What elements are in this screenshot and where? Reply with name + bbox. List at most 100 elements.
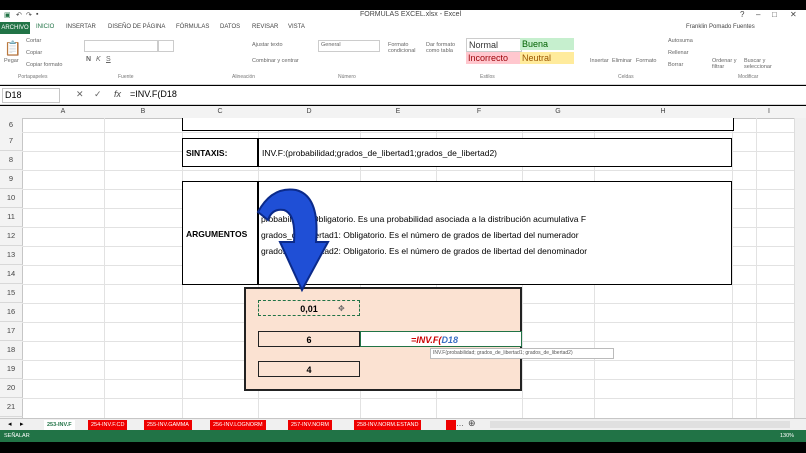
style-bad[interactable]: Incorrecto (466, 52, 520, 64)
syntax-text[interactable]: INV.F:(probabilidad;grados_de_libertad1;… (258, 138, 732, 167)
syntax-label[interactable]: SINTAXIS: (182, 138, 258, 167)
horizontal-scrollbar[interactable] (490, 421, 790, 428)
ribbon: 📋 Pegar Cortar Copiar Copiar formato Por… (0, 34, 806, 85)
vertical-scrollbar[interactable] (794, 118, 806, 418)
sheet-tab[interactable]: 258-INV.NORM.ESTAND (354, 420, 422, 430)
tab-diseno[interactable]: DISEÑO DE PÁGINA (108, 24, 165, 30)
group-label-alignment: Alineación (232, 74, 256, 80)
enter-icon[interactable]: ✓ (94, 89, 102, 100)
delete-cells-button[interactable]: Eliminar (612, 58, 632, 64)
formula-input[interactable]: =INV.F(D18 (130, 88, 790, 101)
tab-vista[interactable]: VISTA (288, 24, 305, 30)
bold-icon[interactable]: N (86, 56, 91, 63)
style-normal[interactable]: Normal (466, 38, 522, 52)
row-header-18[interactable]: 18 (0, 341, 23, 360)
row-header-10[interactable]: 10 (0, 189, 23, 208)
table-top-row (182, 118, 734, 131)
paste-button[interactable]: Pegar (4, 58, 19, 64)
row-header-15[interactable]: 15 (0, 284, 23, 303)
spreadsheet-grid[interactable]: A B C D E F G H I 6 7 8 9 10 11 12 13 14… (0, 106, 806, 418)
sheet-tab[interactable] (446, 420, 456, 430)
window-title: FORMULAS EXCEL.xlsx - Excel (360, 11, 462, 18)
underline-icon[interactable]: S (106, 56, 111, 63)
cell-d22[interactable]: 4 (258, 361, 360, 377)
row-header-6[interactable]: 6 (0, 118, 23, 133)
excel-logo-icon: ▣ (4, 12, 11, 19)
row-header-20[interactable]: 20 (0, 379, 23, 398)
group-label-clipboard: Portapapeles (18, 74, 48, 80)
row-header-9[interactable]: 9 (0, 170, 23, 189)
cell-e20-editing[interactable]: =INV.F(D18 (360, 331, 522, 347)
insert-function-icon[interactable]: fx (114, 89, 121, 99)
number-format-select[interactable]: General (318, 40, 380, 52)
format-table-button[interactable]: Dar formato como tabla (426, 42, 464, 54)
find-select-button[interactable]: Buscar y seleccionar (744, 58, 782, 70)
row-header-12[interactable]: 12 (0, 227, 23, 246)
row-header-16[interactable]: 16 (0, 303, 23, 322)
tab-archivo[interactable]: ARCHIVO (0, 22, 30, 34)
font-name-select[interactable] (84, 40, 158, 52)
fill-button[interactable]: Rellenar (668, 50, 688, 56)
add-sheet-icon[interactable]: ⊕ (468, 418, 476, 429)
more-sheets-icon[interactable]: … (456, 419, 464, 428)
col-header-a[interactable]: A (22, 106, 105, 119)
tab-inicio[interactable]: INICIO (36, 24, 54, 30)
redo-icon[interactable]: ↷ (26, 11, 32, 19)
row-header-19[interactable]: 19 (0, 360, 23, 379)
row-header-7[interactable]: 7 (0, 132, 23, 151)
row-header-21[interactable]: 21 (0, 398, 23, 417)
sheet-tab[interactable]: 256-INV.LOGNORM (210, 420, 266, 430)
maximize-icon[interactable]: □ (772, 10, 777, 19)
font-size-select[interactable] (158, 40, 174, 52)
cut-button[interactable]: Cortar (26, 38, 41, 44)
col-header-b[interactable]: B (104, 106, 183, 119)
number-format-value: General (321, 42, 341, 48)
group-label-font: Fuente (118, 74, 134, 80)
row-header-13[interactable]: 13 (0, 246, 23, 265)
paste-icon[interactable]: 📋 (4, 40, 21, 57)
cell-d20[interactable]: 6 (258, 331, 360, 347)
merge-center-button[interactable]: Combinar y centrar (252, 58, 299, 64)
group-label-cells: Celdas (618, 74, 634, 80)
cancel-icon[interactable]: ✕ (76, 89, 84, 100)
sheet-tab[interactable]: 257-INV.NORM (288, 420, 333, 430)
sheet-tab[interactable]: 255-INV.GAMMA (144, 420, 192, 430)
save-icon[interactable]: ▪ (36, 11, 38, 18)
group-label-number: Número (338, 74, 356, 80)
formula-reference-text: D18 (441, 335, 458, 345)
name-box[interactable]: D18 (2, 88, 60, 103)
group-label-editing: Modificar (738, 74, 759, 80)
clear-button[interactable]: Borrar (668, 62, 683, 68)
next-sheet-icon[interactable]: ▸ (20, 420, 24, 428)
italic-icon[interactable]: K (96, 56, 101, 63)
tab-insertar[interactable]: INSERTAR (66, 24, 96, 30)
row-header-11[interactable]: 11 (0, 208, 23, 227)
tab-revisar[interactable]: REVISAR (252, 24, 278, 30)
status-mode: SEÑALAR (4, 433, 30, 439)
conditional-format-button[interactable]: Formato condicional (388, 42, 422, 54)
autosum-button[interactable]: Autosuma (668, 38, 693, 44)
style-good[interactable]: Buena (520, 38, 574, 50)
copy-format-button[interactable]: Copiar formato (26, 62, 62, 68)
zoom-level[interactable]: 130% (780, 433, 794, 439)
copy-button[interactable]: Copiar (26, 50, 42, 56)
sort-filter-button[interactable]: Ordenar y filtrar (712, 58, 742, 70)
minimize-icon[interactable]: – (756, 10, 760, 19)
sheet-tab[interactable]: 254-INV.F.CD (88, 420, 128, 430)
close-icon[interactable]: ✕ (790, 10, 797, 19)
tab-formulas[interactable]: FÓRMULAS (176, 24, 209, 30)
help-icon[interactable]: ? (740, 10, 744, 19)
prev-sheet-icon[interactable]: ◂ (8, 420, 12, 428)
tab-datos[interactable]: DATOS (220, 24, 240, 30)
ribbon-tabs: INICIO INSERTAR DISEÑO DE PÁGINA FÓRMULA… (0, 22, 806, 34)
row-header-14[interactable]: 14 (0, 265, 23, 284)
arguments-label[interactable]: ARGUMENTOS (182, 181, 258, 285)
wrap-text-button[interactable]: Ajustar texto (252, 42, 283, 48)
undo-icon[interactable]: ↶ (16, 11, 22, 19)
blue-arrow-icon (256, 188, 330, 293)
insert-cells-button[interactable]: Insertar (590, 58, 609, 64)
format-cells-button[interactable]: Formato (636, 58, 656, 64)
row-header-17[interactable]: 17 (0, 322, 23, 341)
row-header-8[interactable]: 8 (0, 151, 23, 170)
style-neutral[interactable]: Neutral (520, 52, 574, 64)
